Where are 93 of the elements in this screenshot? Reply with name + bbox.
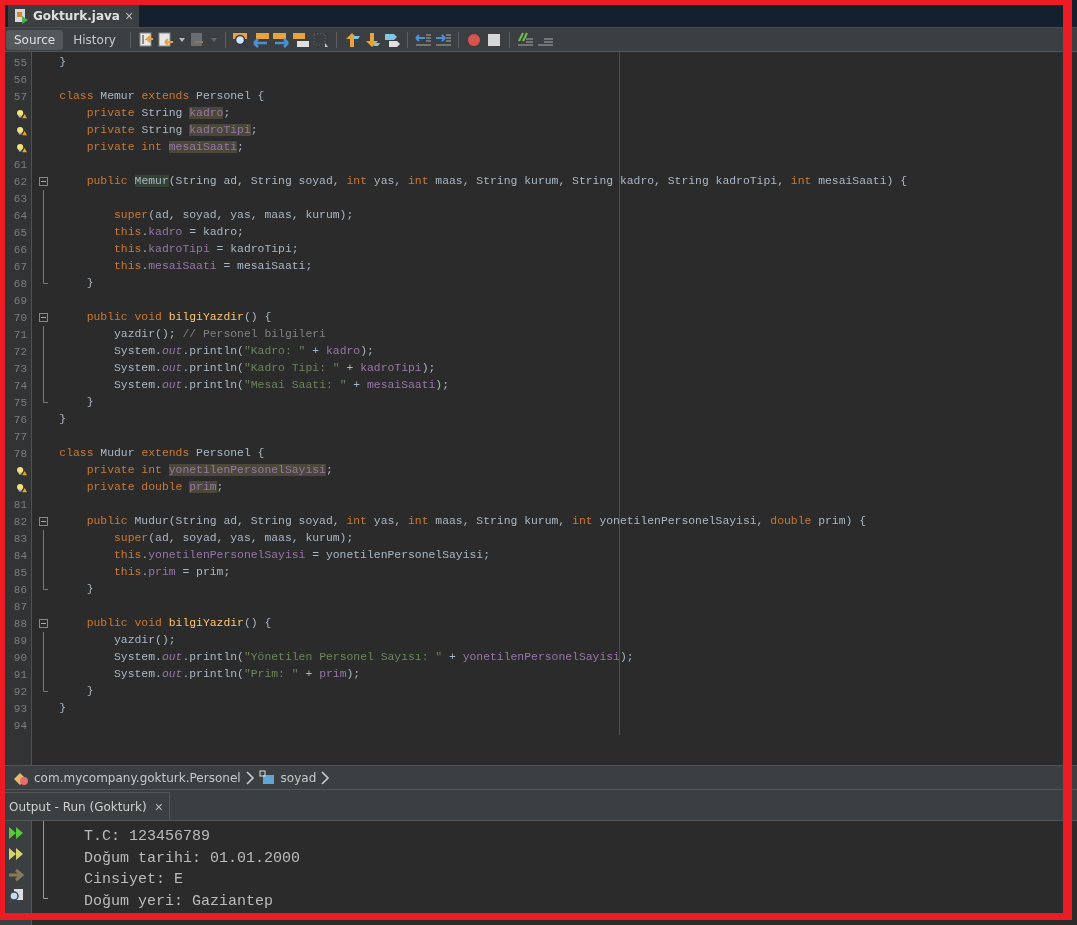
dotted-square-icon[interactable]: [311, 30, 330, 49]
line-number: 67: [13, 260, 27, 273]
close-button[interactable]: ×: [154, 798, 163, 815]
line-number: 74: [13, 379, 27, 392]
code-line: class Mudur extends Personel {: [59, 447, 265, 459]
line-number: 86: [13, 583, 27, 596]
output-line: Cinsiyet: E: [84, 870, 185, 890]
line-number: 57: [13, 90, 27, 103]
code-line: this.mesaiSaati = mesaiSaati;: [114, 260, 313, 272]
chevron-icon: [244, 769, 255, 786]
rerun-icon[interactable]: [7, 825, 24, 841]
output-line: Doğum tarihi: 01.01.2000: [84, 848, 301, 869]
line-number: 72: [13, 345, 27, 358]
line-number: 87: [13, 600, 27, 613]
editor-tab[interactable]: Gokturk.java ×: [8, 4, 140, 27]
view-tab[interactable]: History: [65, 29, 124, 50]
close-button[interactable]: ×: [124, 7, 134, 24]
line-number: 69: [13, 294, 27, 307]
page-arrow-icon[interactable]: [156, 30, 175, 49]
line-number: 68: [13, 277, 27, 290]
code-line: private int yonetilenPersonelSayisi;: [86, 464, 333, 476]
code-line: }: [86, 396, 94, 408]
code-line: yazdir(); // Personel bilgileri: [114, 328, 326, 340]
line-number: 77: [13, 430, 27, 443]
code-line: System.out.println("Yönetilen Personel Sayısı: " + yonetilenPersonelSayisi);: [114, 651, 634, 663]
code-line: private double prim;: [86, 481, 224, 493]
code-line: super(ad, soyad, yas, maas, kurum);: [114, 209, 354, 221]
code-line: this.kadro = kadro;: [114, 226, 244, 238]
code-line: public Mudur(String ad, String soyad, int yas, int maas, String kurum, int yonetilenPersonelSayisi, double prim) {: [86, 515, 866, 527]
line-number: 65: [13, 226, 27, 239]
line-number: 76: [13, 413, 27, 426]
code-line: class Memur extends Personel {: [59, 90, 265, 102]
line-number: 92: [13, 685, 27, 698]
breadcrumb-item[interactable]: com.mycompany.gokturk.Personel: [34, 770, 241, 785]
line-number: 70: [13, 311, 27, 324]
line-number: 55: [13, 56, 27, 69]
code-line: private String kadro;: [86, 107, 231, 119]
code-line: private int mesaiSaati;: [86, 141, 244, 153]
highlight-icon[interactable]: [291, 30, 310, 49]
code-line: super(ad, soyad, yas, maas, kurum);: [114, 532, 354, 544]
code-line: this.prim = prim;: [114, 566, 231, 578]
code-line: }: [59, 702, 67, 714]
search-icon[interactable]: [231, 30, 250, 49]
code-line: }: [86, 277, 94, 289]
line-number: 90: [13, 651, 27, 664]
java-file-icon: [14, 7, 28, 24]
line-number: 88: [13, 617, 27, 630]
rerun-icon[interactable]: [7, 846, 24, 862]
code-line: System.out.println("Kadro: " + kadro);: [114, 345, 374, 357]
arrow-right-icon[interactable]: [7, 867, 24, 883]
line-number: 73: [13, 362, 27, 375]
code-line: }: [59, 413, 67, 425]
arrow-right-icon[interactable]: [271, 30, 290, 49]
breadcrumb-item[interactable]: soyad: [280, 770, 317, 785]
chevron-icon: [320, 769, 331, 786]
search-icon[interactable]: [7, 888, 24, 904]
code-line: System.out.println("Kadro Tipi: " + kadroTipi);: [114, 362, 436, 374]
output-line: T.C: 123456789: [84, 827, 212, 847]
code-line: public Memur(String ad, String soyad, int yas, int maas, String kurum, String kadro, String kadroTipi, int mesaiSaati) {: [86, 175, 907, 187]
line-number: 83: [13, 532, 27, 545]
line-number: 85: [13, 566, 27, 579]
line-number: 94: [13, 719, 27, 732]
code-line: }: [86, 583, 94, 595]
line-number: 75: [13, 396, 27, 409]
view-tab[interactable]: Source: [6, 29, 64, 50]
line-number: 62: [13, 175, 27, 188]
code-line: yazdir();: [114, 634, 176, 646]
code-line: System.out.println("Prim: " + prim);: [114, 668, 361, 680]
line-number: 78: [13, 447, 27, 460]
line-number: 71: [13, 328, 27, 341]
line-number: 93: [13, 702, 27, 715]
code-line: public void bilgiYazdir() {: [86, 617, 272, 629]
line-number: 66: [13, 243, 27, 256]
line-number: 64: [13, 209, 27, 222]
code-line: public void bilgiYazdir() {: [86, 311, 272, 323]
line-number: 89: [13, 634, 27, 647]
line-number: 84: [13, 549, 27, 562]
code-line: private String kadroTipi;: [86, 124, 258, 136]
code-line: System.out.println("Mesai Saati: " + mesaiSaati);: [114, 379, 450, 391]
line-number: 56: [13, 73, 27, 86]
code-line: this.kadroTipi = kadroTipi;: [114, 243, 299, 255]
code-line: }: [86, 685, 94, 697]
code-line: this.yonetilenPersonelSayisi = yonetilenPersonelSayisi;: [114, 549, 490, 561]
field-icon: [258, 769, 277, 786]
line-number: 61: [13, 158, 27, 171]
line-number: 81: [13, 498, 27, 511]
line-number: 82: [13, 515, 27, 528]
code-line: }: [59, 56, 67, 68]
arrow-left-icon[interactable]: [251, 30, 270, 49]
output-line: Doğum yeri: Gaziantep: [84, 891, 275, 912]
line-number: 63: [13, 192, 27, 205]
line-number: 91: [13, 668, 27, 681]
comment-icon[interactable]: [515, 30, 534, 49]
